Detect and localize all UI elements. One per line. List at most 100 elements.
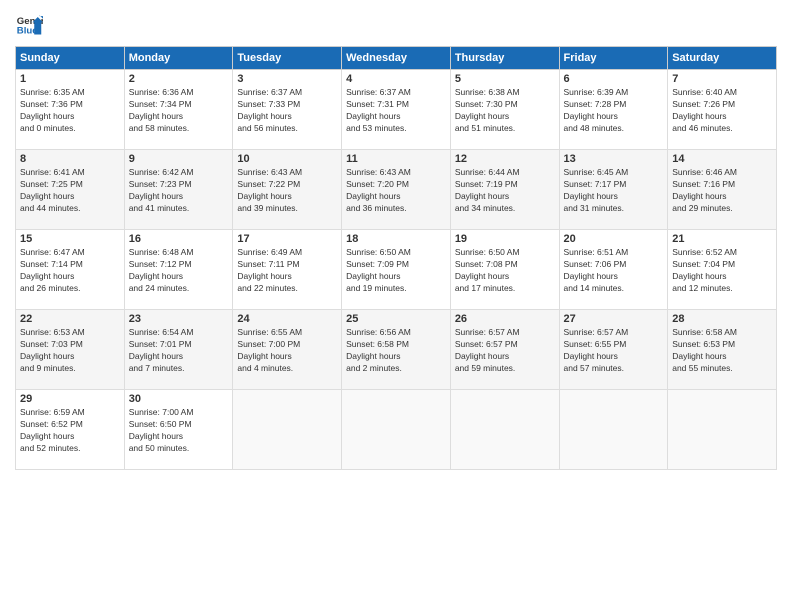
day-info: Sunrise: 6:55 AMSunset: 7:00 PMDaylight … (237, 327, 337, 375)
calendar-cell (450, 390, 559, 470)
day-info: Sunrise: 6:49 AMSunset: 7:11 PMDaylight … (237, 247, 337, 295)
calendar-cell: 27Sunrise: 6:57 AMSunset: 6:55 PMDayligh… (559, 310, 668, 390)
weekday-header-sunday: Sunday (16, 47, 125, 70)
calendar-cell: 28 Sunrise: 6:58 AMSunset: 6:53 PMDayligh… (668, 310, 777, 390)
day-number: 26 (455, 313, 555, 325)
calendar-cell: 22 Sunrise: 6:53 AMSunset: 7:03 PMDayligh… (16, 310, 125, 390)
calendar-cell: 16 Sunrise: 6:48 AMSunset: 7:12 PMDayligh… (124, 230, 233, 310)
calendar-cell: 19 Sunrise: 6:50 AMSunset: 7:08 PMDayligh… (450, 230, 559, 310)
day-info: Sunrise: 6:42 AMSunset: 7:23 PMDaylight … (129, 167, 229, 215)
weekday-header-tuesday: Tuesday (233, 47, 342, 70)
day-info: Sunrise: 6:58 AMSunset: 6:53 PMDaylight … (672, 327, 772, 375)
weekday-header-wednesday: Wednesday (342, 47, 451, 70)
calendar-cell: 3 Sunrise: 6:37 AMSunset: 7:33 PMDaylight… (233, 70, 342, 150)
logo-icon: General Blue (15, 10, 43, 38)
day-info: Sunrise: 6:59 AMSunset: 6:52 PMDaylight … (20, 407, 120, 455)
day-info: Sunrise: 6:54 AMSunset: 7:01 PMDaylight … (129, 327, 229, 375)
calendar-table: SundayMondayTuesdayWednesdayThursdayFrid… (15, 46, 777, 470)
calendar-cell (342, 390, 451, 470)
calendar-cell: 17 Sunrise: 6:49 AMSunset: 7:11 PMDayligh… (233, 230, 342, 310)
day-number: 13 (564, 153, 664, 165)
calendar-cell: 14Sunrise: 6:46 AMSunset: 7:16 PMDayligh… (668, 150, 777, 230)
calendar-cell: 24 Sunrise: 6:55 AMSunset: 7:00 PMDayligh… (233, 310, 342, 390)
day-number: 3 (237, 73, 337, 85)
calendar-cell: 30 Sunrise: 7:00 AMSunset: 6:50 PMDayligh… (124, 390, 233, 470)
calendar-cell: 1 Sunrise: 6:35 AMSunset: 7:36 PMDaylight… (16, 70, 125, 150)
weekday-header-monday: Monday (124, 47, 233, 70)
day-info: Sunrise: 6:37 AMSunset: 7:33 PMDaylight … (237, 87, 337, 135)
day-number: 12 (455, 153, 555, 165)
calendar-cell: 18 Sunrise: 6:50 AMSunset: 7:09 PMDayligh… (342, 230, 451, 310)
day-number: 24 (237, 313, 337, 325)
day-number: 2 (129, 73, 229, 85)
day-info: Sunrise: 6:50 AMSunset: 7:09 PMDaylight … (346, 247, 446, 295)
day-number: 22 (20, 313, 120, 325)
day-info: Sunrise: 6:37 AMSunset: 7:31 PMDaylight … (346, 87, 446, 135)
day-number: 19 (455, 233, 555, 245)
weekday-header-thursday: Thursday (450, 47, 559, 70)
calendar-cell (668, 390, 777, 470)
day-info: Sunrise: 6:53 AMSunset: 7:03 PMDaylight … (20, 327, 120, 375)
day-info: Sunrise: 6:52 AMSunset: 7:04 PMDaylight … (672, 247, 772, 295)
calendar-cell (233, 390, 342, 470)
day-number: 16 (129, 233, 229, 245)
calendar-cell: 26 Sunrise: 6:57 AMSunset: 6:57 PMDayligh… (450, 310, 559, 390)
day-number: 18 (346, 233, 446, 245)
weekday-header-friday: Friday (559, 47, 668, 70)
day-number: 6 (564, 73, 664, 85)
calendar-cell: 8 Sunrise: 6:41 AMSunset: 7:25 PMDaylight… (16, 150, 125, 230)
day-info: Sunrise: 6:48 AMSunset: 7:12 PMDaylight … (129, 247, 229, 295)
day-info: Sunrise: 6:47 AMSunset: 7:14 PMDaylight … (20, 247, 120, 295)
calendar-cell (559, 390, 668, 470)
calendar-week-1: 1 Sunrise: 6:35 AMSunset: 7:36 PMDaylight… (16, 70, 777, 150)
day-info: Sunrise: 6:36 AMSunset: 7:34 PMDaylight … (129, 87, 229, 135)
day-number: 17 (237, 233, 337, 245)
day-info: Sunrise: 6:39 AMSunset: 7:28 PMDaylight … (564, 87, 664, 135)
day-info: Sunrise: 6:43 AMSunset: 7:20 PMDaylight … (346, 167, 446, 215)
calendar-body: 1 Sunrise: 6:35 AMSunset: 7:36 PMDaylight… (16, 70, 777, 470)
calendar-week-4: 22 Sunrise: 6:53 AMSunset: 7:03 PMDayligh… (16, 310, 777, 390)
day-number: 25 (346, 313, 446, 325)
page-header: General Blue (15, 10, 777, 38)
calendar-cell: 9 Sunrise: 6:42 AMSunset: 7:23 PMDaylight… (124, 150, 233, 230)
day-number: 5 (455, 73, 555, 85)
calendar-cell: 20 Sunrise: 6:51 AMSunset: 7:06 PMDayligh… (559, 230, 668, 310)
calendar-cell: 15 Sunrise: 6:47 AMSunset: 7:14 PMDayligh… (16, 230, 125, 310)
day-number: 23 (129, 313, 229, 325)
day-info: Sunrise: 6:51 AMSunset: 7:06 PMDaylight … (564, 247, 664, 295)
day-info: Sunrise: 6:41 AMSunset: 7:25 PMDaylight … (20, 167, 120, 215)
calendar-header-row: SundayMondayTuesdayWednesdayThursdayFrid… (16, 47, 777, 70)
calendar-cell: 23 Sunrise: 6:54 AMSunset: 7:01 PMDayligh… (124, 310, 233, 390)
day-number: 8 (20, 153, 120, 165)
day-number: 1 (20, 73, 120, 85)
day-number: 7 (672, 73, 772, 85)
calendar-week-2: 8 Sunrise: 6:41 AMSunset: 7:25 PMDaylight… (16, 150, 777, 230)
day-number: 9 (129, 153, 229, 165)
page-container: General Blue SundayMondayTuesdayWednesda… (0, 0, 792, 480)
day-info: Sunrise: 6:40 AMSunset: 7:26 PMDaylight … (672, 87, 772, 135)
day-number: 20 (564, 233, 664, 245)
day-number: 4 (346, 73, 446, 85)
day-info: Sunrise: 6:35 AMSunset: 7:36 PMDaylight … (20, 87, 120, 135)
day-info: Sunrise: 6:43 AMSunset: 7:22 PMDaylight … (237, 167, 337, 215)
day-info: Sunrise: 6:50 AMSunset: 7:08 PMDaylight … (455, 247, 555, 295)
calendar-cell: 21 Sunrise: 6:52 AMSunset: 7:04 PMDayligh… (668, 230, 777, 310)
day-info: Sunrise: 6:38 AMSunset: 7:30 PMDaylight … (455, 87, 555, 135)
weekday-header-saturday: Saturday (668, 47, 777, 70)
calendar-cell: 2 Sunrise: 6:36 AMSunset: 7:34 PMDaylight… (124, 70, 233, 150)
day-number: 15 (20, 233, 120, 245)
day-info: Sunrise: 6:57 AMSunset: 6:57 PMDaylight … (455, 327, 555, 375)
day-info: Sunrise: 7:00 AMSunset: 6:50 PMDaylight … (129, 407, 229, 455)
calendar-cell: 25 Sunrise: 6:56 AMSunset: 6:58 PMDayligh… (342, 310, 451, 390)
calendar-cell: 4 Sunrise: 6:37 AMSunset: 7:31 PMDaylight… (342, 70, 451, 150)
calendar-week-5: 29Sunrise: 6:59 AMSunset: 6:52 PMDayligh… (16, 390, 777, 470)
calendar-cell: 7 Sunrise: 6:40 AMSunset: 7:26 PMDaylight… (668, 70, 777, 150)
day-number: 21 (672, 233, 772, 245)
calendar-cell: 29Sunrise: 6:59 AMSunset: 6:52 PMDayligh… (16, 390, 125, 470)
day-info: Sunrise: 6:56 AMSunset: 6:58 PMDaylight … (346, 327, 446, 375)
calendar-cell: 5 Sunrise: 6:38 AMSunset: 7:30 PMDaylight… (450, 70, 559, 150)
day-number: 11 (346, 153, 446, 165)
day-number: 28 (672, 313, 772, 325)
calendar-cell: 11 Sunrise: 6:43 AMSunset: 7:20 PMDayligh… (342, 150, 451, 230)
day-number: 30 (129, 393, 229, 405)
